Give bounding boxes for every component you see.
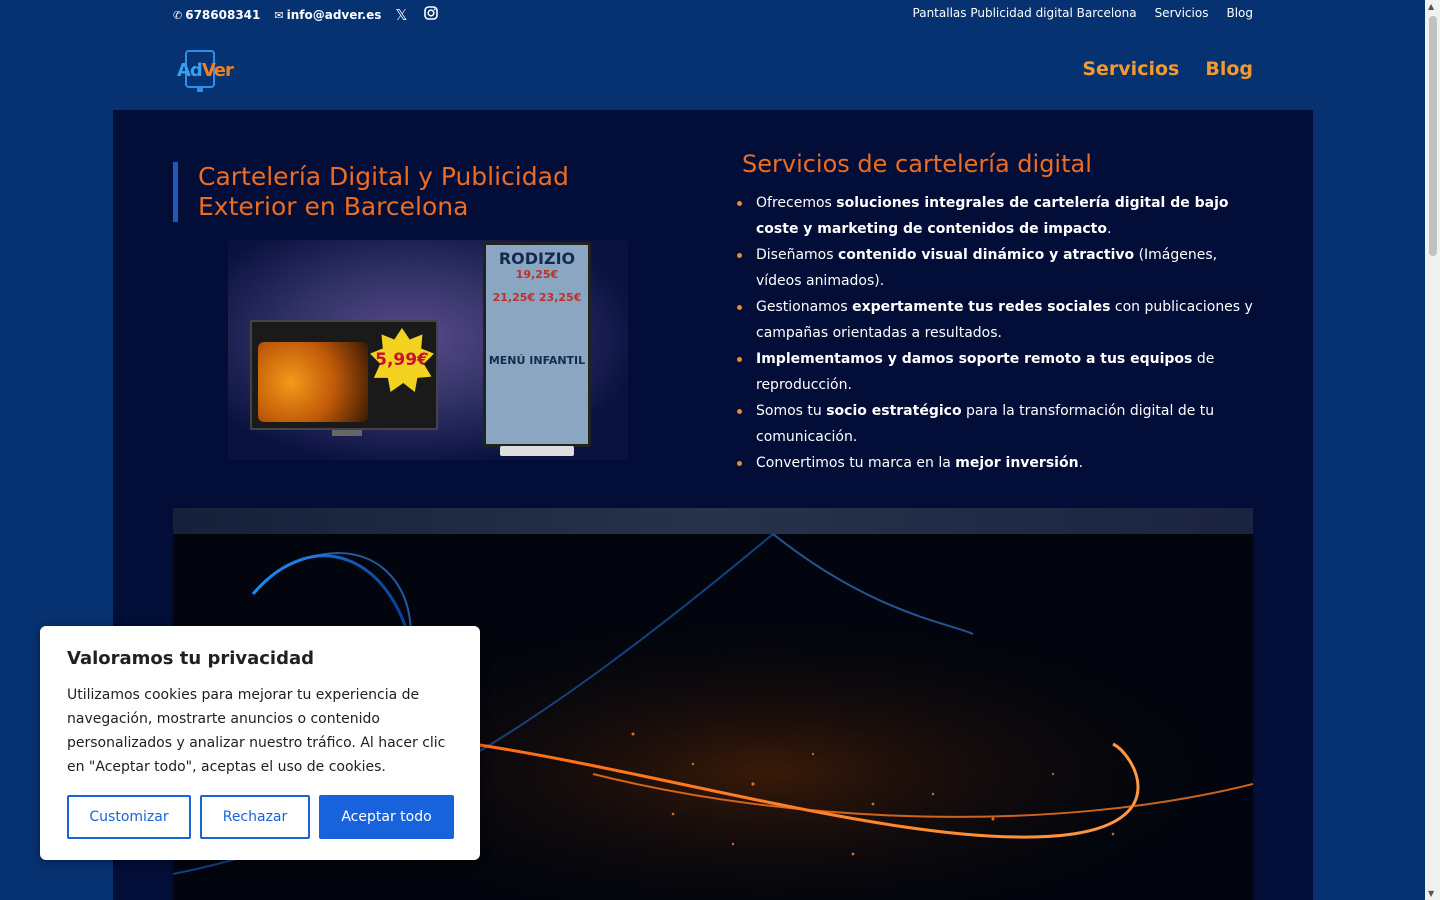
x-twitter-icon[interactable]: 𝕏 — [395, 6, 407, 24]
service-item-2: Diseñamos contenido visual dinámico y at… — [737, 242, 1262, 294]
service-item-1: Ofrecemos soluciones integrales de carte… — [737, 190, 1262, 242]
phone-number: 678608341 — [185, 8, 261, 22]
contact-info: ✆ 678608341 ✉ info@adver.es 𝕏 — [173, 6, 454, 24]
page-scrollbar[interactable]: ▲ ▼ — [1425, 0, 1440, 900]
email-link[interactable]: ✉ info@adver.es — [274, 8, 381, 22]
top-link-blog[interactable]: Blog — [1226, 6, 1253, 20]
cookie-text: Utilizamos cookies para mejorar tu exper… — [67, 687, 446, 775]
nav-servicios[interactable]: Servicios — [1082, 58, 1179, 80]
cookie-consent-dialog: Valoramos tu privacidad Utilizamos cooki… — [40, 626, 480, 860]
nav-blog[interactable]: Blog — [1205, 58, 1253, 80]
cookie-title: Valoramos tu privacidad — [67, 648, 315, 669]
price-starburst: 5,99€ — [370, 328, 434, 392]
accept-all-button[interactable]: Aceptar todo — [319, 795, 454, 839]
services-section: Servicios de cartelería digital Ofrecemo… — [737, 150, 1262, 476]
services-list: Ofrecemos soluciones integrales de carte… — [737, 190, 1262, 476]
main-header: AdVer Servicios Blog — [113, 30, 1313, 110]
phone-icon: ✆ — [173, 8, 183, 22]
service-item-4: Implementamos y damos soporte remoto a t… — [737, 346, 1262, 398]
cookie-buttons: Customizar Rechazar Aceptar todo — [67, 795, 454, 839]
reject-button[interactable]: Rechazar — [200, 795, 310, 839]
mail-icon: ✉ — [274, 8, 284, 22]
site-logo[interactable]: AdVer — [177, 50, 234, 94]
scroll-down-icon[interactable]: ▼ — [1428, 889, 1434, 898]
services-title: Servicios de cartelería digital — [742, 150, 1092, 178]
service-item-3: Gestionamos expertamente tus redes socia… — [737, 294, 1262, 346]
email-address: info@adver.es — [286, 8, 382, 22]
logo-ad-text: Ad — [177, 60, 203, 81]
main-nav: Servicios Blog — [1082, 58, 1253, 80]
kiosk-display: RODIZIO 19,25€ 21,25€ 23,25€ MENÚ INFANT… — [483, 242, 591, 456]
service-item-6: Convertimos tu marca en la mejor inversi… — [737, 450, 1262, 476]
instagram-icon[interactable] — [423, 6, 438, 24]
hero-image: 5,99€ RODIZIO 19,25€ 21,25€ 23,25€ MENÚ … — [228, 240, 628, 460]
customize-button[interactable]: Customizar — [67, 795, 191, 839]
hero-left: Cartelería Digital y Publicidad Exterior… — [173, 162, 643, 222]
logo-ver-text: Ver — [201, 60, 234, 81]
top-links: Pantallas Publicidad digital Barcelona S… — [913, 6, 1253, 20]
scroll-up-icon[interactable]: ▲ — [1428, 2, 1434, 11]
top-link-pantallas[interactable]: Pantallas Publicidad digital Barcelona — [913, 6, 1137, 20]
tv-display: 5,99€ — [250, 320, 438, 436]
top-link-servicios[interactable]: Servicios — [1155, 6, 1209, 20]
service-item-5: Somos tu socio estratégico para la trans… — [737, 398, 1262, 450]
hero-title: Cartelería Digital y Publicidad Exterior… — [173, 162, 643, 222]
scrollbar-thumb[interactable] — [1429, 16, 1437, 256]
phone-link[interactable]: ✆ 678608341 — [173, 8, 260, 22]
oranges-image — [258, 342, 368, 422]
top-bar: ✆ 678608341 ✉ info@adver.es 𝕏 Pantallas … — [113, 0, 1313, 30]
